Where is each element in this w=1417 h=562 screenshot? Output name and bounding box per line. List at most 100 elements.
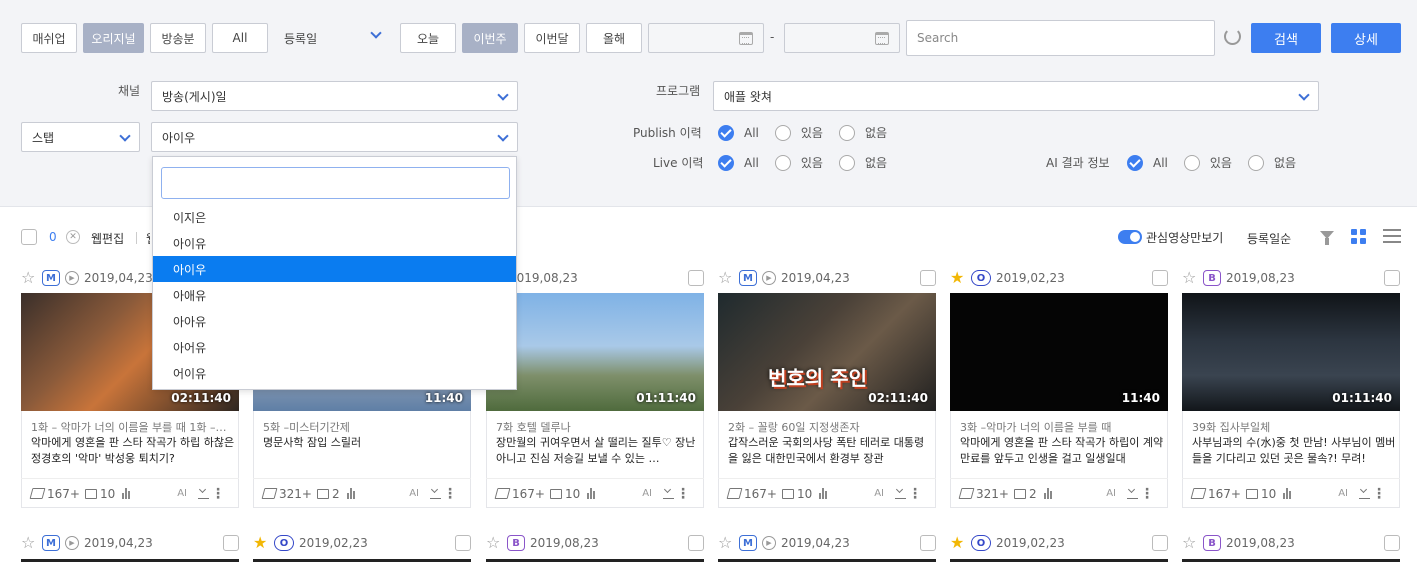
favorite-star-icon[interactable]: ★ bbox=[950, 270, 968, 286]
web-edit-button[interactable]: 웹편집 bbox=[91, 230, 124, 247]
card-checkbox[interactable] bbox=[688, 270, 704, 286]
stats-icon[interactable] bbox=[346, 488, 355, 499]
video-card[interactable]: ☆ M ▶ 2019,04,23 bbox=[718, 533, 936, 562]
period-week-button[interactable]: 이번주 bbox=[462, 23, 518, 53]
card-checkbox[interactable] bbox=[1384, 535, 1400, 551]
chevron-down-icon[interactable] bbox=[370, 27, 382, 39]
period-year-button[interactable]: 올해 bbox=[586, 23, 642, 53]
more-options-icon[interactable]: ⋮ bbox=[1140, 487, 1154, 501]
program-select[interactable]: 애플 왓쳐 bbox=[713, 81, 1319, 111]
staff-type-select[interactable]: 스탭 bbox=[21, 122, 140, 152]
filter-icon[interactable] bbox=[1320, 231, 1334, 245]
download-icon[interactable] bbox=[1127, 488, 1138, 499]
card-checkbox[interactable] bbox=[1384, 270, 1400, 286]
clear-selection-icon[interactable]: ✕ bbox=[66, 230, 80, 244]
ai-no-radio[interactable] bbox=[1247, 154, 1264, 171]
staff-name-select[interactable]: 아이우 bbox=[151, 122, 518, 152]
dropdown-item[interactable]: 아이유 bbox=[153, 230, 516, 256]
live-no-radio[interactable] bbox=[838, 154, 855, 171]
channel-select[interactable]: 방송(게시)일 bbox=[151, 81, 518, 111]
download-icon[interactable] bbox=[1359, 488, 1370, 499]
more-options-icon[interactable]: ⋮ bbox=[443, 487, 457, 501]
card-checkbox[interactable] bbox=[455, 535, 471, 551]
card-checkbox[interactable] bbox=[1152, 270, 1168, 286]
type-original-button[interactable]: 오리지널 bbox=[83, 23, 144, 53]
select-all-checkbox[interactable] bbox=[21, 229, 37, 245]
search-input[interactable]: Search bbox=[906, 20, 1215, 56]
stats-icon[interactable] bbox=[587, 488, 596, 499]
more-options-icon[interactable]: ⋮ bbox=[908, 487, 922, 501]
ai-label[interactable]: AI bbox=[642, 488, 652, 499]
type-all-button[interactable]: All bbox=[212, 23, 268, 53]
download-icon[interactable] bbox=[663, 488, 674, 499]
video-card[interactable]: ☆ M ▶ 2019,04,23 bbox=[21, 533, 239, 562]
video-card[interactable]: ☆ B 2019,08,23 01:11:40 39화 집사부일체 사부님과의 수(水)중… bbox=[1182, 268, 1400, 508]
live-yes-radio[interactable] bbox=[774, 154, 791, 171]
stats-icon[interactable] bbox=[122, 488, 131, 499]
dropdown-item[interactable]: 이지은 bbox=[153, 204, 516, 230]
video-card[interactable]: ☆ B 2019,08,23 bbox=[486, 533, 704, 562]
date-type-select[interactable]: 등록일 bbox=[284, 30, 317, 47]
ai-label[interactable]: AI bbox=[1106, 488, 1116, 499]
more-options-icon[interactable]: ⋮ bbox=[1372, 487, 1386, 501]
ai-yes-radio[interactable] bbox=[1183, 154, 1200, 171]
dropdown-item[interactable]: 아애유 bbox=[153, 282, 516, 308]
download-icon[interactable] bbox=[198, 488, 209, 499]
dropdown-item[interactable]: 어이유 bbox=[153, 360, 516, 386]
card-checkbox[interactable] bbox=[688, 535, 704, 551]
video-thumbnail[interactable]: 01:11:40 bbox=[486, 293, 704, 411]
favorite-star-icon[interactable]: ☆ bbox=[21, 535, 39, 551]
favorite-star-icon[interactable]: ☆ bbox=[718, 535, 736, 551]
favorite-star-icon[interactable]: ★ bbox=[253, 535, 271, 551]
card-checkbox[interactable] bbox=[920, 535, 936, 551]
favorite-star-icon[interactable]: ☆ bbox=[718, 270, 736, 286]
reset-icon[interactable] bbox=[1224, 28, 1241, 45]
card-checkbox[interactable] bbox=[920, 270, 936, 286]
video-card[interactable]: ★ O 2019,02,23 bbox=[253, 533, 471, 562]
favorite-star-icon[interactable]: ☆ bbox=[1182, 270, 1200, 286]
toolbar-action-partial[interactable]: 웹 bbox=[146, 230, 150, 247]
ai-label[interactable]: AI bbox=[874, 488, 884, 499]
favorite-star-icon[interactable]: ☆ bbox=[1182, 535, 1200, 551]
period-month-button[interactable]: 이번달 bbox=[524, 23, 580, 53]
interest-only-toggle[interactable] bbox=[1118, 230, 1142, 244]
type-mashup-button[interactable]: 매쉬업 bbox=[21, 23, 77, 53]
end-date-field[interactable] bbox=[784, 23, 900, 53]
ai-label[interactable]: AI bbox=[1338, 488, 1348, 499]
start-date-field[interactable] bbox=[648, 23, 764, 53]
video-card[interactable]: ☆ M ▶ 2019,04,23 번호의 주인 02:11:40 2화 – 꼴랑 60일 지… bbox=[718, 268, 936, 508]
video-thumbnail[interactable]: 11:40 bbox=[950, 293, 1168, 411]
video-card[interactable]: ☆2019,08,23 01:11:40 7화 호텔 델루나장만월의 귀여우면서 살… bbox=[486, 268, 704, 508]
calendar-icon[interactable] bbox=[875, 32, 889, 45]
video-card[interactable]: ☆ B 2019,08,23 bbox=[1182, 533, 1400, 562]
sort-select[interactable]: 등록일순 bbox=[1247, 230, 1291, 247]
card-checkbox[interactable] bbox=[223, 535, 239, 551]
card-checkbox[interactable] bbox=[1152, 535, 1168, 551]
publish-all-radio[interactable] bbox=[718, 124, 734, 141]
favorite-star-icon[interactable]: ★ bbox=[950, 535, 968, 551]
more-options-icon[interactable]: ⋮ bbox=[211, 487, 225, 501]
stats-icon[interactable] bbox=[1043, 488, 1052, 499]
dropdown-item[interactable]: 아이우 bbox=[153, 256, 516, 282]
video-card[interactable]: ★ O 2019,02,23 11:40 3화 –악마가 너의 이름을 부를 때 악마에게… bbox=[950, 268, 1168, 508]
dropdown-search-input[interactable] bbox=[161, 167, 510, 199]
download-icon[interactable] bbox=[430, 488, 441, 499]
ai-label[interactable]: AI bbox=[409, 488, 419, 499]
publish-yes-radio[interactable] bbox=[774, 124, 791, 141]
favorite-star-icon[interactable]: ☆ bbox=[486, 535, 504, 551]
publish-no-radio[interactable] bbox=[838, 124, 855, 141]
live-all-radio[interactable] bbox=[718, 154, 734, 171]
download-icon[interactable] bbox=[895, 488, 906, 499]
favorite-star-icon[interactable]: ☆ bbox=[21, 270, 39, 286]
video-card[interactable]: ★ O 2019,02,23 bbox=[950, 533, 1168, 562]
list-view-icon[interactable] bbox=[1383, 229, 1401, 244]
grid-view-icon[interactable] bbox=[1351, 229, 1366, 244]
dropdown-item[interactable]: 아어유 bbox=[153, 334, 516, 360]
period-today-button[interactable]: 오늘 bbox=[400, 23, 456, 53]
dropdown-item[interactable]: 아아유 bbox=[153, 308, 516, 334]
ai-all-radio[interactable] bbox=[1127, 154, 1143, 171]
search-button[interactable]: 검색 bbox=[1251, 23, 1321, 53]
more-options-icon[interactable]: ⋮ bbox=[676, 487, 690, 501]
video-thumbnail[interactable]: 01:11:40 bbox=[1182, 293, 1400, 411]
stats-icon[interactable] bbox=[1283, 488, 1292, 499]
